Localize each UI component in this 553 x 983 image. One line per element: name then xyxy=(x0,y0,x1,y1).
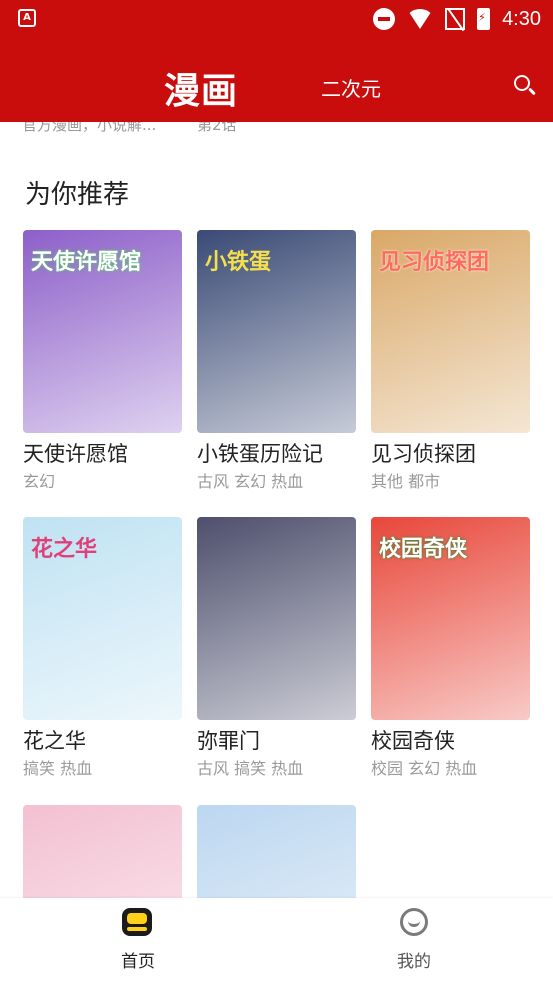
main-content[interactable]: 官方漫画，小说解... 第2话 为你推荐 天使许愿馆 天使许愿馆 玄幻 小铁蛋 … xyxy=(0,122,553,898)
comic-card[interactable]: 校园奇侠 校园奇侠 校园 玄幻 热血 xyxy=(371,517,530,779)
comic-card[interactable]: 小铁蛋 小铁蛋历险记 古风 玄幻 热血 xyxy=(197,230,356,492)
comic-card[interactable] xyxy=(23,805,182,898)
comic-card[interactable]: 天使许愿馆 天使许愿馆 玄幻 xyxy=(23,230,182,492)
cover-logo-text: 天使许愿馆 xyxy=(31,249,142,275)
nav-home-label: 首页 xyxy=(121,952,155,972)
clock: 4:30 xyxy=(502,7,541,30)
search-icon[interactable] xyxy=(512,73,538,99)
comic-card[interactable] xyxy=(197,805,356,898)
status-icons: 4:30 xyxy=(373,6,541,32)
previous-item-chapter: 第2话 xyxy=(197,122,237,134)
comic-tags: 搞笑 热血 xyxy=(23,759,93,778)
comic-card[interactable]: 弥罪门 古风 搞笑 热血 xyxy=(197,517,356,779)
comic-cover[interactable]: 见习侦探团 xyxy=(371,230,530,433)
comic-title[interactable]: 校园奇侠 xyxy=(371,727,530,755)
app-logo-title[interactable]: 漫画 xyxy=(164,62,238,114)
comic-title[interactable]: 小铁蛋历险记 xyxy=(197,440,356,468)
comic-cover[interactable] xyxy=(23,805,182,898)
comic-cover[interactable]: 校园奇侠 xyxy=(371,517,530,720)
nav-profile[interactable]: 我的 xyxy=(364,908,464,972)
cover-logo-text: 花之华 xyxy=(31,536,98,562)
cover-logo-text: 见习侦探团 xyxy=(379,249,490,275)
comic-cover[interactable]: 小铁蛋 xyxy=(197,230,356,433)
section-title-recommend: 为你推荐 xyxy=(25,180,130,210)
app-header: A 4:30 漫画 二次元 xyxy=(0,0,553,122)
bottom-navigation: 首页 我的 xyxy=(0,898,553,983)
comic-cover[interactable] xyxy=(197,517,356,720)
no-signal-icon xyxy=(445,8,466,30)
comic-tags: 古风 搞笑 热血 xyxy=(197,759,304,778)
tab-erciyuan[interactable]: 二次元 xyxy=(321,73,381,102)
status-bar: A 4:30 xyxy=(0,0,553,38)
comic-cover[interactable] xyxy=(197,805,356,898)
comic-title[interactable]: 见习侦探团 xyxy=(371,440,530,468)
previous-item-snippet: 官方漫画，小说解... xyxy=(22,122,157,134)
nav-home[interactable]: 首页 xyxy=(88,908,188,972)
comic-tags: 古风 玄幻 热血 xyxy=(197,472,304,491)
smiley-icon xyxy=(398,908,430,938)
comic-title[interactable]: 弥罪门 xyxy=(197,727,356,755)
comic-tags: 玄幻 xyxy=(23,472,56,491)
comic-tags: 校园 玄幻 热血 xyxy=(371,759,478,778)
cover-logo-text: 校园奇侠 xyxy=(379,536,468,562)
do-not-disturb-icon xyxy=(373,8,396,30)
nav-profile-label: 我的 xyxy=(397,952,431,972)
comic-card[interactable]: 花之华 花之华 搞笑 热血 xyxy=(23,517,182,779)
app-notification-icon: A xyxy=(18,9,36,27)
comic-title[interactable]: 花之华 xyxy=(23,727,182,755)
comic-tags: 其他 都市 xyxy=(371,472,441,491)
cover-logo-text: 小铁蛋 xyxy=(205,249,272,275)
home-icon xyxy=(122,908,154,938)
comic-card[interactable]: 见习侦探团 见习侦探团 其他 都市 xyxy=(371,230,530,492)
battery-charging-icon xyxy=(477,8,491,30)
comic-title[interactable]: 天使许愿馆 xyxy=(23,440,182,468)
comic-cover[interactable]: 天使许愿馆 xyxy=(23,230,182,433)
wifi-icon xyxy=(407,9,434,29)
comic-cover[interactable]: 花之华 xyxy=(23,517,182,720)
